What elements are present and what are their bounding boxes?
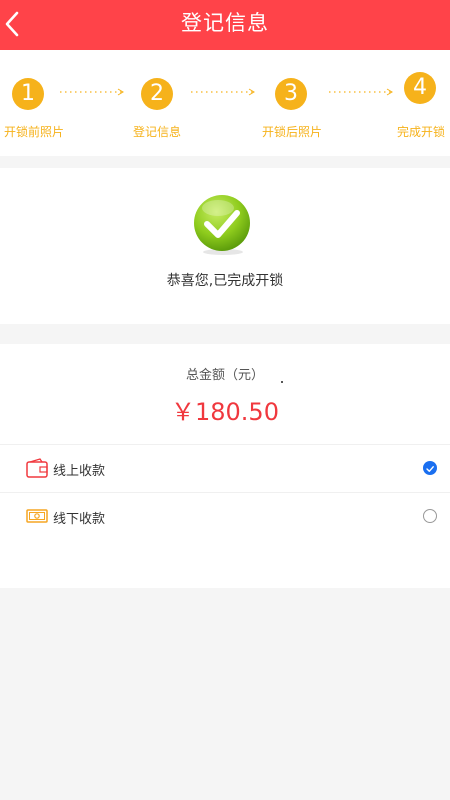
offline-payment-option[interactable]: 线下收款 bbox=[0, 493, 450, 541]
online-payment-radio[interactable] bbox=[423, 461, 437, 475]
online-payment-label: 线上收款 bbox=[53, 464, 106, 479]
success-check-icon bbox=[194, 195, 250, 255]
offline-payment-radio[interactable] bbox=[423, 509, 437, 523]
dotted-arrow-icon bbox=[329, 88, 393, 96]
step-3-number: 3 bbox=[275, 78, 307, 110]
dotted-arrow-icon bbox=[191, 88, 255, 96]
payment-card: 总金额（元） ￥180.50 线上收款 线下收款 bbox=[0, 344, 450, 588]
total-amount-label: 总金额（元） bbox=[185, 368, 264, 383]
wallet-icon bbox=[26, 458, 48, 478]
online-payment-option[interactable]: 线上收款 bbox=[0, 445, 450, 493]
total-amount-value: ￥180.50 bbox=[171, 398, 279, 426]
step-3-label: 开锁后照片 bbox=[262, 125, 323, 139]
dotted-arrow-icon bbox=[60, 88, 124, 96]
step-1-label: 开锁前照片 bbox=[4, 125, 65, 139]
step-4-number: 4 bbox=[404, 72, 436, 104]
step-2-number: 2 bbox=[141, 78, 173, 110]
step-2-label: 登记信息 bbox=[133, 125, 182, 139]
progress-steps: 1 2 3 4 开锁前照片 登记信息 开锁后照片 完成开锁 bbox=[0, 50, 450, 156]
offline-payment-label: 线下收款 bbox=[53, 512, 106, 527]
step-4-label: 完成开锁 bbox=[397, 125, 446, 139]
page-title: 登记信息 bbox=[181, 11, 269, 35]
check-icon bbox=[426, 466, 434, 473]
step-1-number: 1 bbox=[12, 78, 44, 110]
stray-dot bbox=[281, 381, 283, 383]
cash-icon bbox=[26, 509, 48, 523]
success-message: 恭喜您,已完成开锁 bbox=[166, 273, 284, 289]
header-bar: 登记信息 bbox=[0, 0, 450, 50]
success-card: 恭喜您,已完成开锁 bbox=[0, 168, 450, 324]
